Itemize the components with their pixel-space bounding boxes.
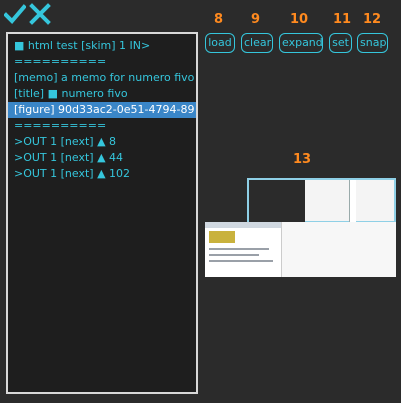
thumbnail-text-line bbox=[209, 248, 269, 250]
load-number-label: 8 bbox=[214, 12, 224, 27]
snapshot-frame bbox=[247, 178, 396, 225]
item-list: ■ html test [skim] 1 IN> ========== [mem… bbox=[6, 32, 198, 394]
snap-button[interactable]: snap bbox=[357, 33, 388, 53]
expand-number-label: 10 bbox=[290, 12, 309, 27]
list-item[interactable]: >OUT 1 [next] ▲ 102 bbox=[8, 166, 196, 182]
list-separator: ========== bbox=[14, 119, 107, 132]
list-item[interactable]: >OUT 1 [next] ▲ 8 bbox=[8, 134, 196, 150]
top-toolbar bbox=[0, 0, 60, 30]
close-icon[interactable] bbox=[29, 3, 51, 25]
clear-number-label: 9 bbox=[251, 12, 261, 27]
load-button[interactable]: load bbox=[205, 33, 235, 53]
clear-button[interactable]: clear bbox=[241, 33, 273, 53]
snapshot-number-label: 13 bbox=[293, 152, 312, 167]
list-item[interactable]: [memo] a memo for numero fivo bbox=[8, 70, 196, 86]
set-number-label: 11 bbox=[333, 12, 352, 27]
snapshot-white-bar bbox=[349, 180, 356, 225]
list-item[interactable]: [title] ■ numero fivo bbox=[8, 86, 196, 102]
thumbnail-header bbox=[205, 222, 281, 228]
snap-number-label: 12 bbox=[363, 12, 382, 27]
thumbnail-text-line bbox=[209, 254, 259, 256]
expand-button[interactable]: expand bbox=[279, 33, 323, 53]
thumbnail-text-line bbox=[209, 260, 273, 262]
thumbnail-image bbox=[209, 231, 235, 243]
list-item[interactable]: >OUT 1 [next] ▲ 44 bbox=[8, 150, 196, 166]
list-separator: ========== bbox=[14, 55, 107, 68]
set-button[interactable]: set bbox=[329, 33, 352, 53]
snapshot-dark-region bbox=[249, 180, 305, 225]
list-item[interactable]: ■ html test [skim] 1 IN> bbox=[8, 38, 196, 54]
snapshot-thumbnail bbox=[205, 222, 282, 277]
check-icon[interactable] bbox=[4, 3, 26, 25]
snapshot-preview[interactable] bbox=[205, 178, 396, 277]
list-item-selected[interactable]: [figure] 90d33ac2-0e51-4794-89 bbox=[8, 102, 196, 118]
